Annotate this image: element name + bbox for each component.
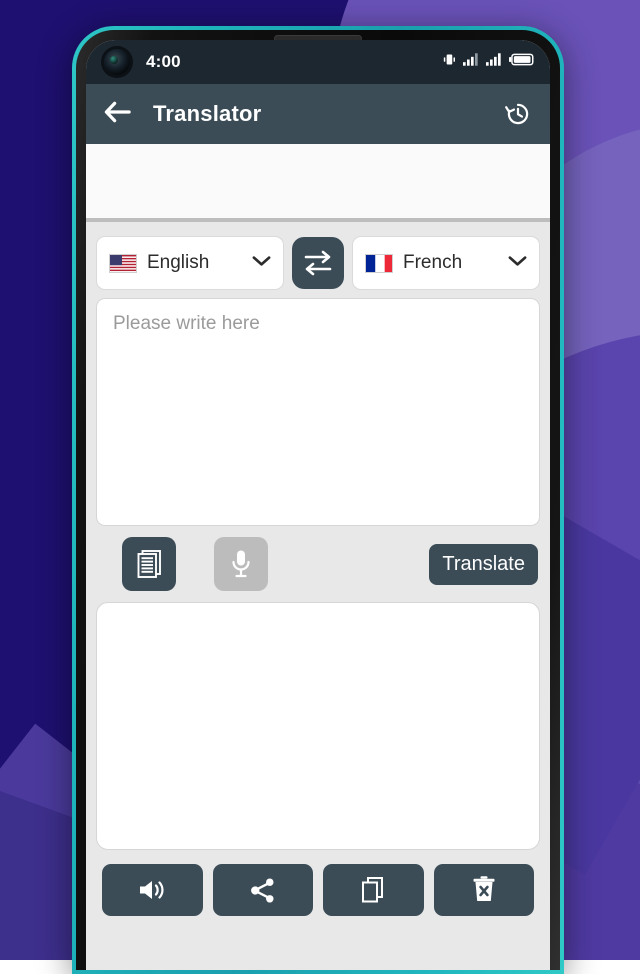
swap-languages-button[interactable] — [292, 237, 344, 289]
phone-bezel: 4:00 Translator English French Please wr… — [76, 30, 560, 970]
bottom-toolbar — [96, 850, 540, 926]
front-camera — [104, 49, 130, 75]
main-content: English French Please write here Transla… — [86, 222, 550, 926]
paste-button[interactable] — [122, 537, 176, 591]
ad-banner[interactable] — [86, 144, 550, 222]
battery-icon — [509, 53, 534, 71]
translate-button[interactable]: Translate — [429, 543, 538, 585]
flag-us-icon — [109, 253, 137, 273]
signal-bars-icon — [463, 53, 479, 71]
phone-frame: 4:00 Translator English French Please wr… — [72, 26, 564, 974]
phone-screen: 4:00 Translator English French Please wr… — [86, 40, 550, 970]
status-icons — [441, 52, 534, 72]
chevron-down-icon — [508, 254, 527, 272]
action-row: Translate — [96, 526, 540, 602]
source-text-input[interactable]: Please write here — [96, 298, 540, 526]
source-language-select[interactable]: English — [96, 236, 284, 290]
speak-button[interactable] — [102, 864, 203, 916]
status-bar: 4:00 — [86, 40, 550, 84]
chevron-down-icon — [252, 254, 271, 272]
page-title: Translator — [153, 101, 262, 126]
source-text-placeholder: Please write here — [113, 313, 260, 334]
back-button[interactable] — [104, 101, 131, 128]
translated-text-output[interactable] — [96, 602, 540, 850]
vibrate-icon — [441, 52, 456, 72]
target-language-select[interactable]: French — [352, 236, 540, 290]
status-time: 4:00 — [146, 52, 181, 71]
share-button[interactable] — [212, 864, 313, 916]
copy-button[interactable] — [323, 864, 424, 916]
target-language-label: French — [403, 252, 463, 273]
microphone-button[interactable] — [214, 537, 268, 591]
clear-button[interactable] — [433, 864, 534, 916]
flag-fr-icon — [365, 253, 393, 273]
signal-bars-icon — [486, 53, 502, 71]
app-bar: Translator — [86, 84, 550, 144]
language-selector-row: English French — [96, 230, 540, 298]
source-language-label: English — [147, 252, 210, 273]
history-button[interactable] — [504, 100, 532, 128]
